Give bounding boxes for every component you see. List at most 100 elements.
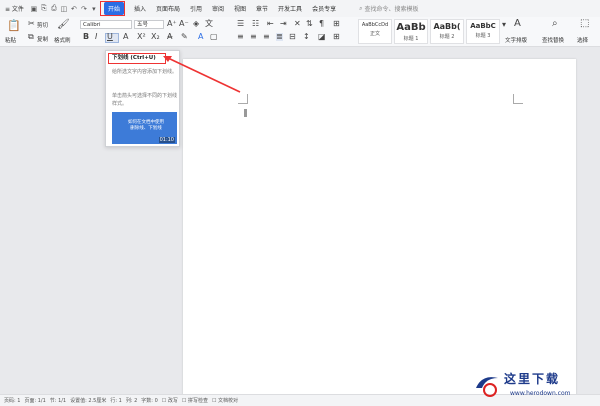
- more-icon[interactable]: ▾: [89, 0, 99, 17]
- select-button[interactable]: 选择: [577, 36, 588, 44]
- status-spell-check[interactable]: ☐ 拼写检查: [182, 397, 208, 404]
- undo-icon[interactable]: ↶: [69, 0, 79, 17]
- file-menu[interactable]: ≡ 文件: [0, 0, 29, 17]
- tab-view[interactable]: 视图: [229, 0, 251, 17]
- style-heading-3-sample: AaBbC: [470, 22, 496, 30]
- export-pdf-icon[interactable]: ⎘: [39, 0, 49, 17]
- phonetic-icon[interactable]: 文: [205, 20, 213, 28]
- font-name-select[interactable]: Calibri: [80, 20, 132, 29]
- style-heading-1[interactable]: AaBb 标题 1: [394, 19, 428, 44]
- status-overwrite[interactable]: ☐ 改写: [162, 397, 178, 404]
- cut-icon[interactable]: ✂: [28, 20, 35, 28]
- bold-icon[interactable]: B: [83, 33, 89, 41]
- style-normal[interactable]: AaBbCcDd 正文: [358, 19, 392, 44]
- style-heading-2-sample: AaBb(: [433, 22, 461, 31]
- styles-expand-icon[interactable]: ▾: [502, 21, 506, 29]
- paste-icon[interactable]: 📋: [7, 20, 21, 31]
- ribbon-toolbar: 📋 粘贴 ✂ 剪切 ⧉ 复制 🖌 格式刷 Calibri 五号 A⁺ A⁻ ◈ …: [0, 17, 600, 47]
- status-column[interactable]: 列: 2: [126, 397, 137, 404]
- tab-member[interactable]: 会员专享: [307, 0, 341, 17]
- style-heading-3[interactable]: AaBbC 标题 3: [466, 19, 500, 44]
- text-color-icon[interactable]: A: [198, 33, 203, 41]
- underline-icon: U: [107, 32, 113, 41]
- tooltip-hint: 单击箭头可选择不同的下划线样式。: [112, 93, 178, 107]
- tooltip-video-thumbnail[interactable]: 如何在文档中使用删除线、下划线 01:10: [112, 112, 177, 144]
- numbered-list-icon[interactable]: ☷: [252, 20, 259, 28]
- status-proofread-label: 文档校对: [218, 398, 239, 404]
- video-duration: 01:10: [158, 137, 175, 143]
- tab-home-highlight: [99, 1, 125, 16]
- watermark-url: www.herodown.com: [510, 390, 571, 397]
- subscript-icon[interactable]: X₂: [151, 33, 160, 41]
- status-page-count[interactable]: 页面: 1/1: [24, 397, 45, 404]
- find-replace-button[interactable]: 查找替换: [542, 36, 564, 44]
- line-spacing-icon[interactable]: ↕: [303, 33, 310, 41]
- watermark-text: 这里下载: [504, 372, 561, 386]
- menu-bar: ≡ 文件 ▣ ⎘ ⎙ ◫ ↶ ↷ ▾ 开始 插入 页面布局 引用 审阅 视图 章…: [0, 0, 600, 17]
- text-layout-icon[interactable]: A: [514, 19, 521, 29]
- align-center-icon[interactable]: ≡: [250, 33, 257, 41]
- style-heading-1-label: 标题 1: [403, 36, 419, 42]
- font-size-select[interactable]: 五号: [134, 20, 164, 29]
- highlight-icon[interactable]: ✎: [181, 33, 188, 41]
- strikethrough-icon[interactable]: A̶: [167, 33, 172, 41]
- superscript-icon[interactable]: X²: [137, 33, 146, 41]
- document-page[interactable]: [183, 59, 576, 399]
- format-painter-button[interactable]: 格式刷: [54, 36, 71, 44]
- status-proofread[interactable]: ☐ 文档校对: [212, 397, 238, 404]
- status-section[interactable]: 节: 1/1: [50, 397, 66, 404]
- shading-icon[interactable]: ◪: [318, 33, 326, 41]
- italic-icon[interactable]: I: [95, 33, 97, 41]
- status-spell-check-label: 拼写检查: [187, 398, 208, 404]
- status-page-number[interactable]: 页码: 1: [4, 397, 20, 404]
- tab-page-layout[interactable]: 页面布局: [151, 0, 185, 17]
- find-replace-icon[interactable]: ⌕: [552, 19, 558, 29]
- borders-icon[interactable]: ⊞: [333, 33, 340, 41]
- status-set-value[interactable]: 设置值: 2.5厘米: [70, 397, 106, 404]
- indent-icon[interactable]: ⇥: [280, 20, 287, 28]
- tab-references[interactable]: 引用: [185, 0, 207, 17]
- document-area: [0, 47, 600, 399]
- watermark-logo-icon: [476, 377, 498, 397]
- bullet-list-icon[interactable]: ☰: [237, 20, 244, 28]
- cut-button[interactable]: 剪切: [37, 21, 48, 29]
- tab-developer[interactable]: 开发工具: [273, 0, 307, 17]
- redo-icon[interactable]: ↷: [79, 0, 89, 17]
- save-icon[interactable]: ▣: [29, 0, 39, 17]
- underline-tooltip: 下划线 (Ctrl+U) 给所选文字内容添加下划线。 单击箭头可选择不同的下划线…: [105, 50, 180, 147]
- sort-icon[interactable]: ⇅: [306, 20, 313, 28]
- print-preview-icon[interactable]: ◫: [59, 0, 69, 17]
- print-icon[interactable]: ⎙: [49, 0, 59, 17]
- grow-font-icon[interactable]: A⁺: [167, 20, 177, 28]
- format-painter-icon[interactable]: 🖌: [57, 20, 70, 30]
- tab-home[interactable]: 开始: [99, 0, 129, 17]
- tab-insert[interactable]: 插入: [129, 0, 151, 17]
- show-marks-icon[interactable]: ¶: [319, 20, 324, 28]
- tab-review[interactable]: 审阅: [207, 0, 229, 17]
- align-left-icon[interactable]: ≡: [237, 33, 244, 41]
- style-heading-2[interactable]: AaBb( 标题 2: [430, 19, 464, 44]
- status-line[interactable]: 行: 1: [110, 397, 121, 404]
- copy-icon[interactable]: ⧉: [28, 33, 34, 41]
- chinese-layout-icon[interactable]: ✕: [294, 20, 301, 28]
- clear-format-icon[interactable]: ◈: [193, 20, 199, 28]
- command-search[interactable]: ⌕ 查找命令、搜索模板: [359, 4, 418, 14]
- tooltip-title: 下划线 (Ctrl+U): [108, 53, 166, 64]
- align-right-icon[interactable]: ≡: [263, 33, 270, 41]
- tooltip-description: 给所选文字内容添加下划线。: [112, 69, 178, 75]
- text-layout-button[interactable]: 文字排版: [505, 36, 527, 44]
- copy-button[interactable]: 复制: [37, 35, 48, 43]
- video-title: 如何在文档中使用删除线、下划线: [128, 120, 164, 131]
- justify-icon[interactable]: ≣: [276, 33, 283, 41]
- char-border-icon[interactable]: ▢: [210, 33, 218, 41]
- outdent-icon[interactable]: ⇤: [267, 20, 274, 28]
- margin-corner-top-right: [513, 94, 523, 104]
- table-icon[interactable]: ⊞: [333, 20, 340, 28]
- tab-chapter[interactable]: 章节: [251, 0, 273, 17]
- select-icon[interactable]: ⬚: [580, 19, 589, 29]
- status-word-count[interactable]: 字数: 0: [141, 397, 157, 404]
- font-color-icon[interactable]: A: [123, 33, 128, 41]
- shrink-font-icon[interactable]: A⁻: [179, 20, 189, 28]
- distributed-icon[interactable]: ⊟: [289, 33, 296, 41]
- paste-button[interactable]: 粘贴: [5, 36, 16, 44]
